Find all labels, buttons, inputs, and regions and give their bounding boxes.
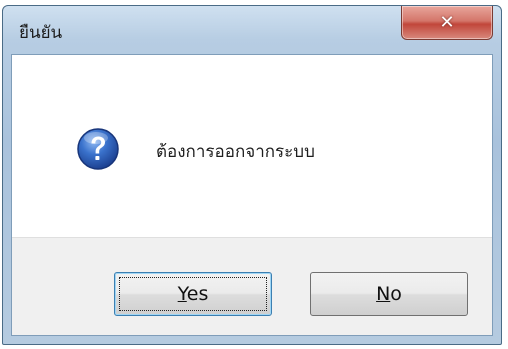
dialog-title: ยืนยัน	[19, 23, 63, 43]
dialog-client-area: ต้องการออกจากระบบ Yes No	[11, 54, 493, 336]
message-area: ต้องการออกจากระบบ	[12, 55, 492, 237]
button-bar: Yes No	[12, 237, 492, 335]
question-icon	[76, 127, 120, 171]
close-button[interactable]: ✕	[401, 6, 493, 40]
yes-button[interactable]: Yes	[114, 272, 272, 316]
dialog-message: ต้องการออกจากระบบ	[156, 142, 315, 162]
close-icon: ✕	[439, 11, 455, 33]
title-bar[interactable]: ยืนยัน ✕	[3, 6, 501, 54]
no-button[interactable]: No	[310, 272, 468, 316]
yes-button-label: Yes	[177, 283, 209, 305]
confirm-dialog-window: ยืนยัน ✕ ต้องการออกจากระบบ Yes No	[2, 5, 502, 345]
no-button-label: No	[376, 283, 402, 305]
